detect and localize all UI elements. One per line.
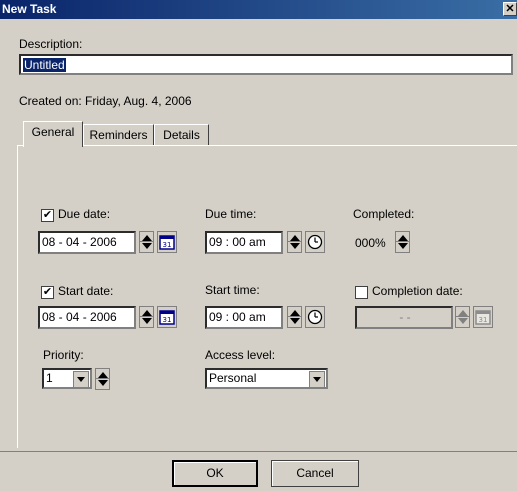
tab-reminders-label: Reminders [89, 128, 148, 142]
due-date-field[interactable]: 08 - 04 - 2006 [38, 231, 136, 254]
access-level-dropdown-button[interactable] [309, 371, 325, 388]
cancel-button[interactable]: Cancel [271, 460, 359, 487]
start-date-spinner[interactable] [139, 306, 154, 328]
tab-details[interactable]: Details [154, 124, 209, 145]
start-time-label: Start time: [205, 283, 260, 297]
svg-text:31: 31 [163, 241, 172, 249]
priority-spinner[interactable] [95, 368, 110, 390]
completed-spinner[interactable] [395, 231, 410, 253]
chevron-down-icon [77, 377, 85, 382]
clock-icon [307, 309, 323, 325]
start-time-clock-button[interactable] [305, 306, 325, 328]
priority-dropdown[interactable]: 1 [42, 368, 92, 389]
due-date-spinner[interactable] [139, 231, 154, 253]
due-time-label: Due time: [205, 207, 257, 221]
due-date-checkbox[interactable]: ✔ [41, 209, 54, 222]
start-date-checkbox[interactable]: ✔ [41, 286, 54, 299]
tab-general[interactable]: General [23, 121, 83, 147]
calendar-icon: 31 [159, 310, 175, 325]
start-time-field[interactable]: 09 : 00 am [205, 306, 283, 329]
tab-reminders[interactable]: Reminders [83, 124, 154, 145]
check-icon: ✔ [42, 286, 53, 298]
ok-button[interactable]: OK [172, 460, 258, 487]
due-time-field[interactable]: 09 : 00 am [205, 231, 283, 254]
completion-date-checkbox[interactable] [355, 286, 368, 299]
svg-text:31: 31 [479, 316, 488, 324]
tab-details-label: Details [163, 128, 200, 142]
completion-date-label: Completion date: [372, 284, 463, 298]
completion-date-field: - - [355, 306, 453, 329]
title-bar[interactable]: New Task ✕ [0, 0, 517, 19]
clock-icon [307, 234, 323, 250]
start-date-calendar-button[interactable]: 31 [157, 306, 177, 328]
description-input[interactable]: Untitled [19, 54, 513, 75]
access-level-value: Personal [209, 371, 257, 385]
start-time-spinner[interactable] [287, 306, 302, 328]
calendar-icon: 31 [475, 310, 491, 325]
due-date-calendar-button[interactable]: 31 [157, 231, 177, 253]
due-date-label: Due date: [58, 207, 111, 221]
new-task-dialog: New Task ✕ Description: Untitled Created… [0, 0, 517, 491]
footer-divider [0, 451, 517, 452]
due-time-clock-button[interactable] [305, 231, 325, 253]
chevron-down-icon [313, 377, 321, 382]
calendar-icon: 31 [159, 235, 175, 250]
created-on-text: Created on: Friday, Aug. 4, 2006 [19, 94, 192, 108]
access-level-dropdown[interactable]: Personal [205, 368, 328, 389]
priority-value: 1 [46, 371, 53, 385]
start-date-field[interactable]: 08 - 04 - 2006 [38, 306, 136, 329]
start-date-label: Start date: [58, 284, 114, 298]
priority-dropdown-button[interactable] [73, 371, 89, 388]
window-title: New Task [2, 2, 57, 16]
tab-general-label: General [31, 125, 75, 139]
description-label: Description: [19, 37, 83, 51]
priority-label: Priority: [43, 348, 84, 362]
completed-value: 000% [355, 236, 386, 250]
completion-date-calendar-button: 31 [473, 306, 493, 328]
due-time-spinner[interactable] [287, 231, 302, 253]
svg-text:31: 31 [163, 316, 172, 324]
completed-label: Completed: [353, 207, 415, 221]
close-button[interactable]: ✕ [503, 2, 517, 16]
completion-date-spinner [455, 306, 470, 328]
access-level-label: Access level: [205, 348, 276, 362]
check-icon: ✔ [42, 209, 53, 221]
description-value: Untitled [23, 58, 66, 72]
